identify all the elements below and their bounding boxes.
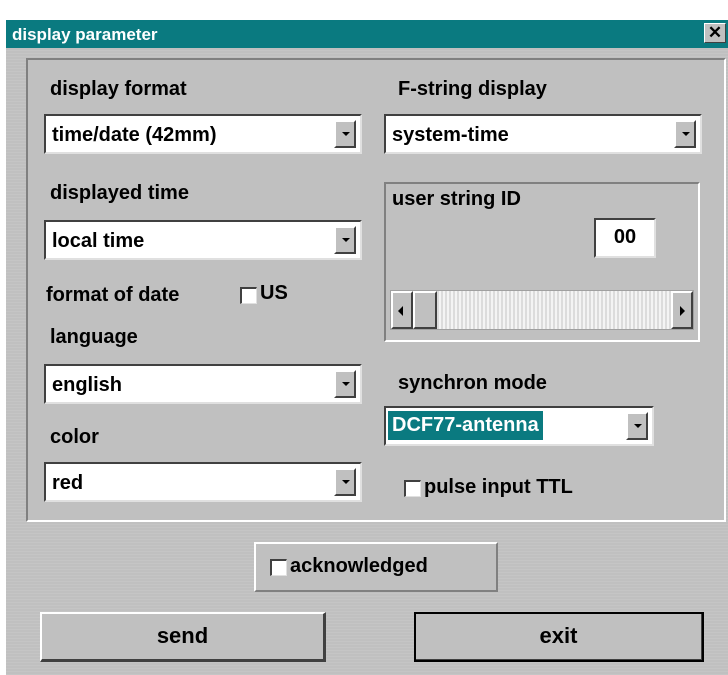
display-format-value: time/date (42mm): [52, 124, 217, 146]
exit-button[interactable]: exit: [414, 612, 704, 662]
synchron-mode-select[interactable]: DCF77-antenna: [384, 406, 654, 446]
scroll-right-icon[interactable]: [671, 291, 693, 329]
acknowledged-label: acknowledged: [290, 555, 428, 577]
pulse-input-ttl-label: pulse input TTL: [424, 476, 573, 498]
language-label: language: [50, 326, 138, 348]
us-checkbox[interactable]: [240, 287, 257, 304]
displayed-time-label: displayed time: [50, 182, 189, 204]
format-of-date-label: format of date: [46, 284, 180, 306]
language-select[interactable]: english: [44, 364, 362, 404]
chevron-down-icon[interactable]: [674, 120, 696, 148]
chevron-down-icon[interactable]: [334, 468, 356, 496]
color-label: color: [50, 426, 99, 448]
us-label: US: [260, 282, 288, 304]
color-value: red: [52, 472, 84, 494]
display-format-label: display format: [50, 78, 187, 100]
displayed-time-select[interactable]: local time: [44, 220, 362, 260]
send-button[interactable]: send: [40, 612, 326, 662]
displayed-time-value: local time: [52, 230, 145, 252]
language-value: english: [52, 374, 123, 396]
pulse-input-ttl-checkbox[interactable]: [404, 480, 421, 497]
f-string-display-select[interactable]: system-time: [384, 114, 702, 154]
display-format-select[interactable]: time/date (42mm): [44, 114, 362, 154]
close-icon[interactable]: ✕: [704, 23, 726, 43]
scrollbar-thumb[interactable]: [413, 291, 437, 329]
user-string-id-field[interactable]: 00: [594, 218, 656, 258]
chevron-down-icon[interactable]: [334, 370, 356, 398]
synchron-mode-label: synchron mode: [398, 372, 547, 394]
acknowledged-checkbox[interactable]: [270, 559, 287, 576]
f-string-display-value: system-time: [392, 124, 509, 146]
window-title: display parameter: [12, 25, 158, 44]
synchron-mode-value: DCF77-antenna: [388, 411, 543, 440]
f-string-display-label: F-string display: [398, 78, 547, 100]
chevron-down-icon[interactable]: [334, 226, 356, 254]
scroll-left-icon[interactable]: [391, 291, 413, 329]
title-bar: display parameter ✕: [6, 20, 728, 48]
user-string-scrollbar[interactable]: [390, 290, 694, 330]
color-select[interactable]: red: [44, 462, 362, 502]
chevron-down-icon[interactable]: [334, 120, 356, 148]
chevron-down-icon[interactable]: [626, 412, 648, 440]
user-string-id-label: user string ID: [392, 188, 521, 210]
